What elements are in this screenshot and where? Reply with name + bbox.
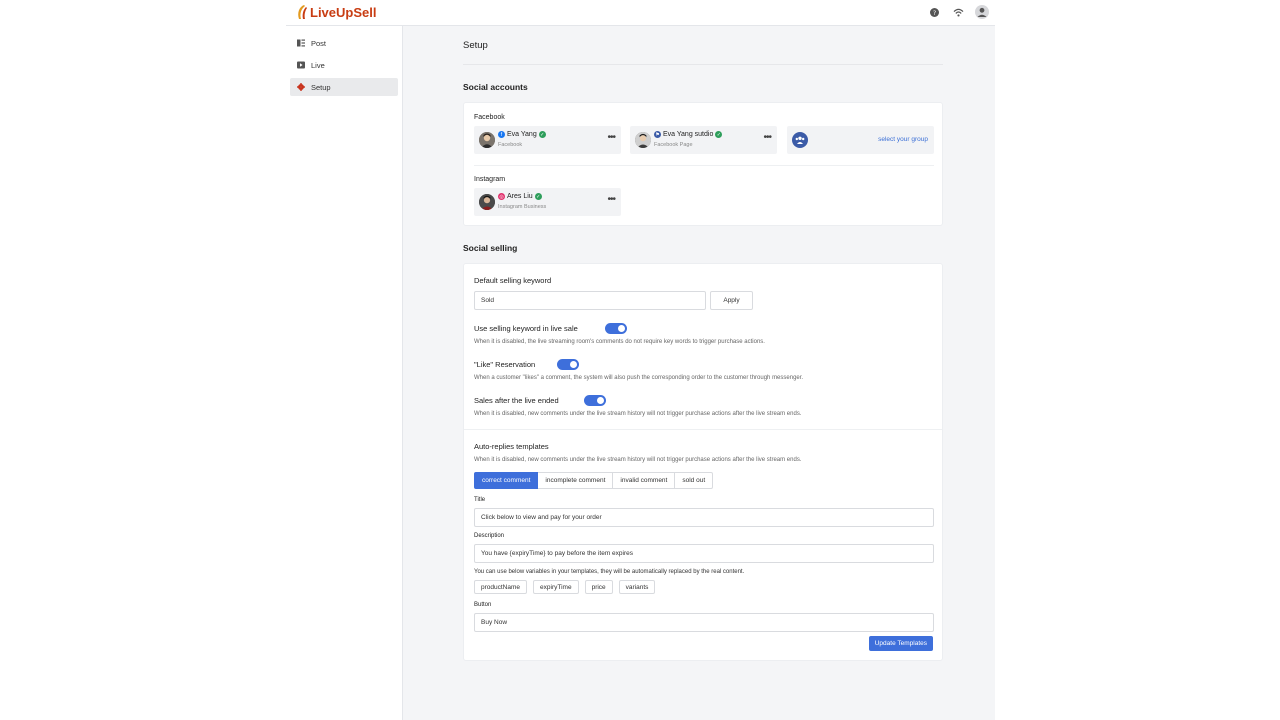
account-name: Ares Liu — [507, 193, 533, 200]
account-type: Facebook Page — [654, 142, 693, 148]
account-name: Eva Yang — [507, 131, 537, 138]
template-tabs: correct comment incomplete comment inval… — [474, 472, 714, 489]
variable-chip-expiry-time[interactable]: expiryTime — [533, 580, 579, 594]
sidebar-item-label: Post — [311, 38, 327, 48]
selling-keyword-help: When it is disabled, the live streaming … — [474, 339, 765, 345]
help-icon[interactable]: ? — [927, 5, 941, 19]
more-options-icon[interactable]: ••• — [763, 133, 771, 143]
sidebar-item-post[interactable]: Post — [290, 34, 398, 52]
like-reservation-help: When a customer "likes" a comment, the s… — [474, 375, 804, 381]
section-heading-social-selling: Social selling — [463, 243, 518, 253]
toggle-label-like-reservation: "Like" Reservation — [474, 360, 536, 369]
verified-check-icon: ✓ — [715, 131, 723, 138]
tab-correct-comment[interactable]: correct comment — [474, 472, 539, 489]
template-title-label: Title — [474, 497, 486, 503]
gear-icon — [297, 83, 305, 91]
facebook-label: Facebook — [474, 114, 505, 121]
sidebar-item-live[interactable]: Live — [290, 56, 398, 74]
main-content: Setup Social accounts Facebook f Eva Yan… — [403, 26, 995, 720]
variable-chip-variants[interactable]: variants — [618, 580, 656, 594]
selling-keyword-input[interactable]: Sold — [474, 291, 706, 310]
template-button-label: Button — [474, 602, 492, 608]
brand-logo[interactable]: LiveUpSell — [296, 4, 376, 20]
instagram-account-ares-liu[interactable]: ◎ Ares Liu ✓ Instagram Business ••• — [474, 188, 621, 216]
facebook-icon: f — [498, 131, 505, 138]
top-bar: LiveUpSell ? — [286, 0, 995, 26]
section-heading-social-accounts: Social accounts — [463, 82, 528, 92]
auto-replies-help: When it is disabled, new comments under … — [474, 457, 802, 463]
variable-chip-price[interactable]: price — [584, 580, 613, 594]
social-accounts-card: Facebook f Eva Yang ✓ Facebook ••• ⚑ Eva… — [463, 102, 943, 226]
template-title-input[interactable]: Click below to view and pay for your ord… — [474, 508, 934, 527]
template-button-input[interactable]: Buy Now — [474, 613, 934, 632]
social-selling-card: Default selling keyword Sold Apply Use s… — [463, 263, 943, 661]
brand-name: LiveUpSell — [310, 4, 377, 20]
more-options-icon[interactable]: ••• — [607, 133, 615, 143]
instagram-icon: ◎ — [498, 193, 505, 200]
sales-after-live-help: When it is disabled, new comments under … — [474, 411, 802, 417]
toggle-label-selling-keyword: Use selling keyword in live sale — [474, 324, 578, 333]
sidebar: Post Live Setup — [286, 26, 403, 720]
like-reservation-toggle[interactable] — [557, 359, 579, 370]
account-type: Instagram Business — [498, 204, 547, 210]
selling-keyword-toggle[interactable] — [605, 323, 627, 334]
sidebar-item-label: Setup — [311, 82, 331, 92]
accounts-divider — [474, 165, 934, 166]
sidebar-item-label: Live — [311, 60, 325, 70]
svg-text:?: ? — [932, 9, 935, 16]
variable-chip-product-name[interactable]: productName — [474, 580, 528, 594]
account-name: Eva Yang sutdio — [663, 131, 714, 138]
group-icon — [792, 132, 808, 148]
avatar — [479, 132, 495, 148]
brand-mark-icon — [298, 5, 307, 19]
verified-check-icon: ✓ — [538, 131, 546, 138]
facebook-page-icon: ⚑ — [654, 131, 661, 138]
selling-divider — [464, 429, 942, 430]
sales-after-live-toggle[interactable] — [584, 395, 606, 406]
apply-button[interactable]: Apply — [710, 291, 753, 310]
post-icon — [297, 39, 305, 47]
template-description-label: Description — [474, 533, 505, 539]
tab-incomplete-comment[interactable]: incomplete comment — [538, 472, 614, 489]
facebook-account-eva-yang-studio[interactable]: ⚑ Eva Yang sutdio ✓ Facebook Page ••• — [630, 126, 777, 154]
tab-invalid-comment[interactable]: invalid comment — [613, 472, 676, 489]
update-templates-button[interactable]: Update Templates — [868, 636, 933, 651]
variable-chips: productName expiryTime price variants — [474, 580, 656, 594]
account-type: Facebook — [498, 142, 523, 148]
auto-replies-heading: Auto-replies templates — [474, 442, 549, 451]
page-title: Setup — [463, 40, 488, 51]
template-description-input[interactable]: You have {expiryTime} to pay before the … — [474, 544, 934, 563]
wifi-icon[interactable] — [951, 5, 965, 19]
user-avatar-icon[interactable] — [975, 5, 989, 19]
more-options-icon[interactable]: ••• — [607, 195, 615, 205]
avatar — [479, 194, 495, 210]
title-divider — [463, 64, 943, 65]
avatar — [635, 132, 651, 148]
instagram-label: Instagram — [474, 176, 506, 183]
facebook-account-eva-yang[interactable]: f Eva Yang ✓ Facebook ••• — [474, 126, 621, 154]
live-video-icon — [297, 61, 305, 69]
sidebar-item-setup[interactable]: Setup — [290, 78, 398, 96]
selling-keyword-label: Default selling keyword — [474, 276, 552, 285]
verified-check-icon: ✓ — [534, 193, 542, 200]
select-group-link[interactable]: select your group — [878, 136, 928, 143]
toggle-label-sales-after-live: Sales after the live ended — [474, 396, 559, 405]
variables-help: You can use below variables in your temp… — [474, 569, 745, 575]
facebook-group-selector[interactable]: select your group — [787, 126, 934, 154]
tab-sold-out[interactable]: sold out — [675, 472, 714, 489]
